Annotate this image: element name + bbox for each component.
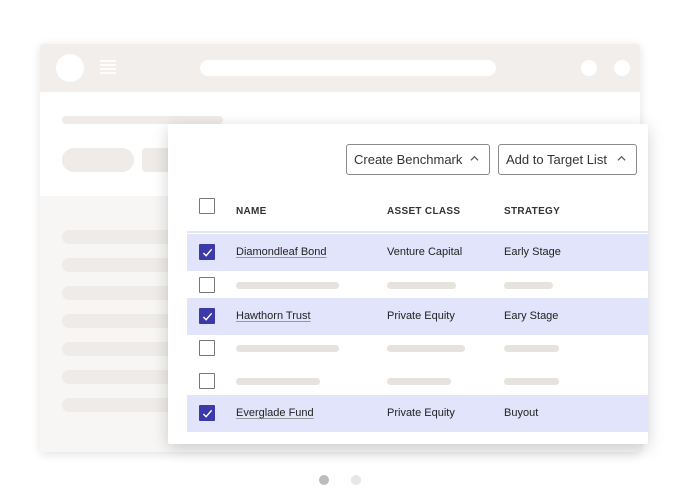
window-control-icon [614,60,630,76]
hamburger-menu-icon [100,60,116,74]
placeholder-strategy [504,345,559,352]
placeholder-asset-class [387,282,456,289]
checkmark-icon [202,248,213,257]
checkmark-icon [202,409,213,418]
placeholder-asset-class [387,378,451,385]
placeholder-pill [62,148,134,172]
placeholder-name [236,282,339,289]
placeholder-name [236,378,320,385]
placeholder-strategy [504,378,559,385]
strategy: Eary Stage [504,310,559,322]
row-checkbox[interactable] [199,405,215,421]
address-bar [200,60,496,76]
strategy: Early Stage [504,246,561,258]
asset-class: Private Equity [387,310,455,322]
placeholder-heading [62,116,223,124]
chevron-up-icon [617,155,626,161]
fund-name[interactable]: Diamondleaf Bond [236,246,327,258]
row-checkbox[interactable] [199,373,215,389]
fund-name[interactable]: Hawthorn Trust [236,310,311,322]
table-row[interactable]: Diamondleaf Bond Venture Capital Early S… [187,234,648,271]
window-control-icon [581,60,597,76]
browser-top-bar [40,44,640,92]
row-checkbox[interactable] [199,308,215,324]
add-to-target-list-button[interactable]: Add to Target List [498,144,637,175]
header-divider [187,231,648,233]
add-to-target-list-label: Add to Target List [506,152,607,167]
pagination-dot-active[interactable] [319,475,329,485]
table-row[interactable] [187,335,648,368]
table-row[interactable] [187,368,648,395]
fund-name[interactable]: Everglade Fund [236,407,314,419]
select-all-checkbox[interactable] [199,198,215,214]
placeholder-name [236,345,339,352]
row-checkbox[interactable] [199,340,215,356]
checkmark-icon [202,312,213,321]
column-header-asset-class: ASSET CLASS [387,206,461,217]
table-row[interactable]: Hawthorn Trust Private Equity Eary Stage [187,298,648,335]
pagination-dot[interactable] [351,475,361,485]
chevron-up-icon [470,155,479,161]
column-header-name: NAME [236,206,267,217]
strategy: Buyout [504,407,539,419]
placeholder-strategy [504,282,553,289]
fund-selection-card: Create Benchmark Add to Target List NAME… [168,124,648,444]
row-checkbox[interactable] [199,277,215,293]
asset-class: Venture Capital [387,246,463,258]
table-row[interactable] [187,271,648,298]
create-benchmark-label: Create Benchmark [354,152,463,167]
table-row[interactable]: Everglade Fund Private Equity Buyout [187,395,648,432]
avatar [56,54,84,82]
placeholder-asset-class [387,345,465,352]
row-checkbox[interactable] [199,244,215,260]
table-header: NAME ASSET CLASS STRATEGY [187,192,648,232]
column-header-strategy: STRATEGY [504,206,561,217]
asset-class: Private Equity [387,407,455,419]
create-benchmark-button[interactable]: Create Benchmark [346,144,490,175]
